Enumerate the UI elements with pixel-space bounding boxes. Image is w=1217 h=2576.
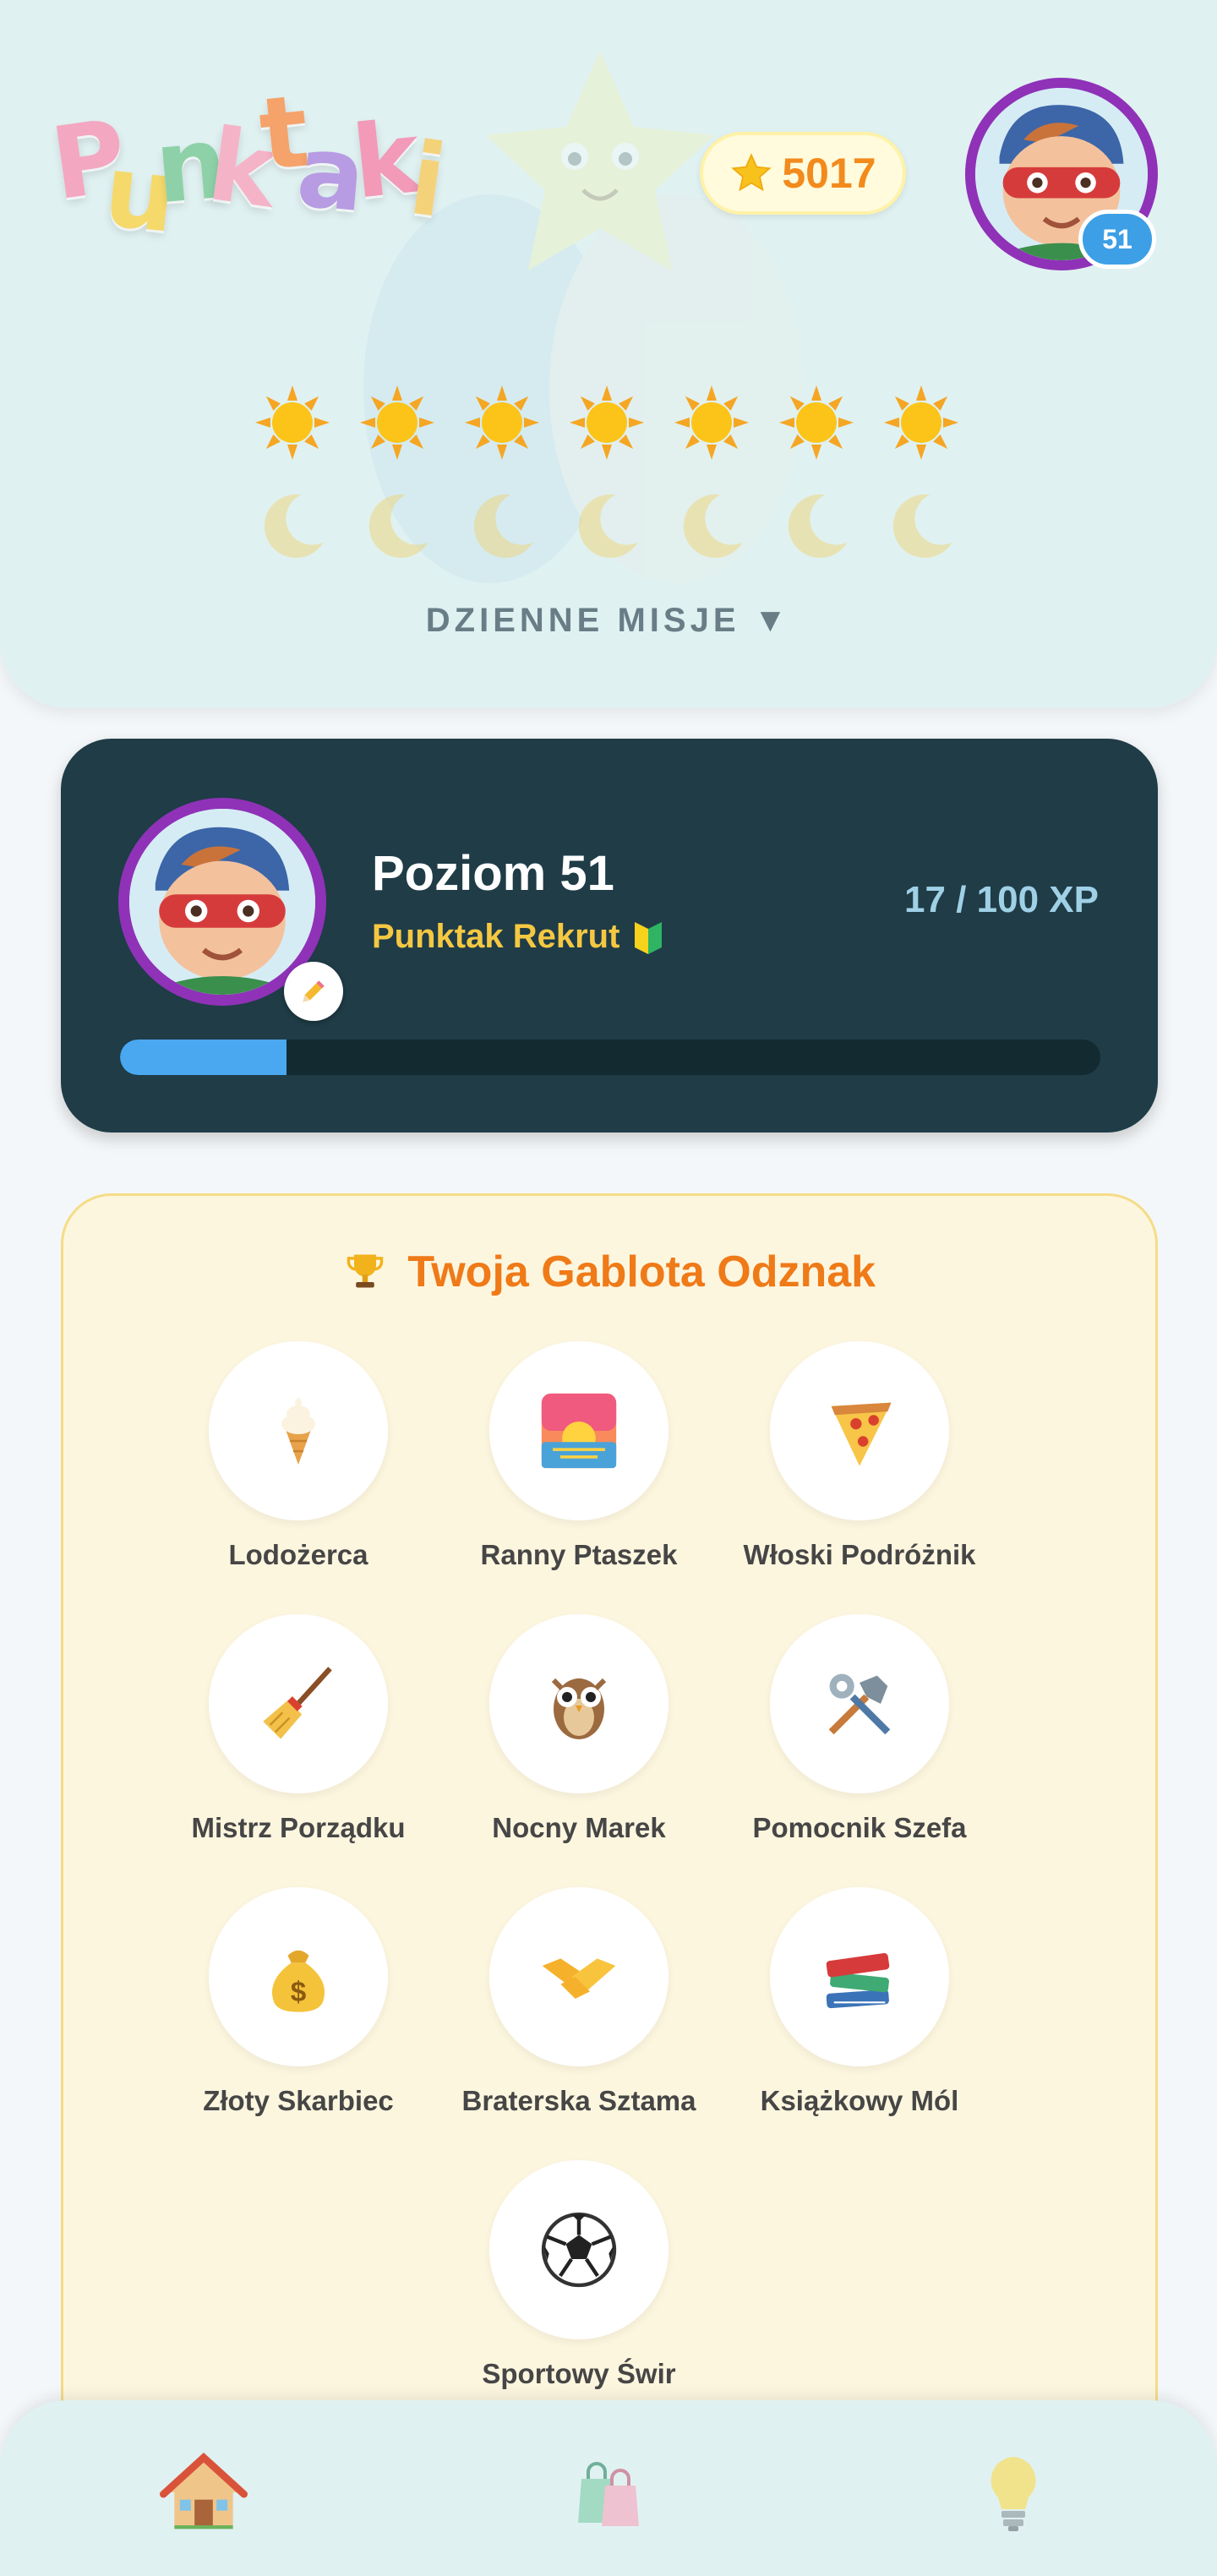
badge-showcase: Twoja Gablota Odznak Lodożerca Ranny Ptas… xyxy=(61,1193,1158,2495)
punktaki-logo: P u n k t a k i xyxy=(44,72,453,256)
day-slot xyxy=(881,382,962,576)
books-icon xyxy=(826,1952,890,2009)
sun-icon xyxy=(255,385,330,460)
week-day-tracker xyxy=(252,382,965,576)
stars-counter[interactable]: 5017 xyxy=(700,132,906,215)
day-slot xyxy=(566,382,647,576)
day-slot xyxy=(671,382,752,576)
level-card: Poziom 51 Punktak Rekrut 17 / 100 XP xyxy=(61,739,1158,1132)
sun-icon xyxy=(779,385,854,460)
moon-icon xyxy=(892,494,952,559)
sun-icon xyxy=(674,385,749,460)
badge-icon-circle xyxy=(489,1614,669,1793)
star-icon xyxy=(731,153,772,192)
moon-icon xyxy=(788,494,848,559)
nav-tips-button[interactable] xyxy=(967,2446,1060,2539)
badge-label: Ranny Ptaszek xyxy=(480,1539,678,1570)
badge-icon-circle xyxy=(489,1887,669,2066)
badge-icon-circle xyxy=(209,1614,388,1793)
badge-item[interactable]: $ Złoty Skarbiec xyxy=(159,1887,438,2117)
moon-icon xyxy=(683,494,743,559)
moon-icon xyxy=(578,494,638,559)
sun-icon xyxy=(360,385,434,460)
avatar-level-badge: 51 xyxy=(1078,210,1156,269)
bottom-navigation xyxy=(0,2400,1217,2576)
badge-item[interactable]: Sportowy Świr xyxy=(439,2160,718,2390)
badge-item[interactable]: Braterska Sztama xyxy=(439,1887,718,2117)
tools-icon xyxy=(828,1673,891,1735)
day-slot xyxy=(252,382,333,576)
pizza-icon xyxy=(831,1402,892,1466)
badge-label: Lodożerca xyxy=(228,1539,368,1570)
badge-icon-circle: $ xyxy=(209,1887,388,2066)
badge-label: Nocny Marek xyxy=(492,1812,666,1843)
badge-label: Pomocnik Szefa xyxy=(752,1812,967,1843)
badge-showcase-header: Twoja Gablota Odznak xyxy=(63,1247,1155,1297)
badge-showcase-title: Twoja Gablota Odznak xyxy=(407,1247,876,1296)
nav-shop-button[interactable] xyxy=(562,2446,655,2539)
xp-progress-bar xyxy=(120,1040,1100,1075)
pencil-icon xyxy=(303,980,325,1002)
badge-item[interactable]: Pomocnik Szefa xyxy=(720,1614,999,1844)
badge-label: Braterska Sztama xyxy=(461,2085,696,2116)
ice-cream-icon xyxy=(281,1397,315,1465)
xp-counter: 17 / 100 XP xyxy=(904,879,1099,920)
rank-title: Punktak Rekrut xyxy=(372,918,620,955)
badge-icon-circle xyxy=(770,1614,949,1793)
moon-icon xyxy=(473,494,533,559)
rank-row: Punktak Rekrut xyxy=(372,918,665,956)
badge-icon-circle xyxy=(209,1341,388,1520)
sunrise-icon xyxy=(541,1393,617,1469)
badge-icon-circle xyxy=(489,1341,669,1520)
badge-icon-circle xyxy=(770,1887,949,2066)
day-slot xyxy=(461,382,543,576)
trophy-icon xyxy=(347,1254,384,1288)
badge-item[interactable]: Ranny Ptaszek xyxy=(439,1341,718,1571)
badge-label: Złoty Skarbiec xyxy=(203,2085,394,2116)
sun-icon xyxy=(570,385,644,460)
edit-avatar-button[interactable] xyxy=(284,962,343,1021)
day-slot xyxy=(776,382,857,576)
stars-value: 5017 xyxy=(782,150,876,197)
sun-icon xyxy=(884,385,958,460)
badge-item[interactable]: Nocny Marek xyxy=(439,1614,718,1844)
badge-item[interactable]: Książkowy Mól xyxy=(720,1887,999,2117)
daily-missions-toggle[interactable]: DZIENNE MISJE ▼ xyxy=(0,602,1217,640)
xp-progress-fill xyxy=(120,1040,287,1075)
moon-icon xyxy=(368,494,428,559)
soccer-ball-icon xyxy=(541,2212,617,2288)
sun-icon xyxy=(465,385,539,460)
day-slot xyxy=(357,382,438,576)
lightbulb-icon xyxy=(991,2457,1036,2531)
header-panel: P u n k t a k i 5017 51 DZIENNE MISJE ▼ xyxy=(0,0,1217,708)
broom-icon xyxy=(263,1667,332,1739)
owl-icon xyxy=(551,1678,607,1739)
beginner-badge-icon xyxy=(635,921,663,954)
badge-item[interactable]: Włoski Podróżnik xyxy=(720,1341,999,1571)
shopping-bags-icon xyxy=(578,2462,639,2526)
badge-label: Włoski Podróżnik xyxy=(743,1539,976,1570)
handshake-icon xyxy=(542,1958,616,1999)
money-bag-icon: $ xyxy=(271,1950,325,2012)
badge-label: Mistrz Porządku xyxy=(191,1812,406,1843)
badge-icon-circle xyxy=(770,1341,949,1520)
moon-icon xyxy=(264,494,324,559)
badge-label: Sportowy Świr xyxy=(482,2358,676,2389)
badge-icon-circle xyxy=(489,2160,669,2339)
svg-text:$: $ xyxy=(291,1977,307,2008)
level-title: Poziom 51 xyxy=(372,846,614,901)
nav-home-button[interactable] xyxy=(157,2446,250,2539)
badge-label: Książkowy Mól xyxy=(760,2085,959,2116)
badge-item[interactable]: Lodożerca xyxy=(159,1341,438,1571)
avatar-image xyxy=(129,809,315,995)
home-icon xyxy=(160,2452,248,2530)
badge-item[interactable]: Mistrz Porządku xyxy=(159,1614,438,1844)
